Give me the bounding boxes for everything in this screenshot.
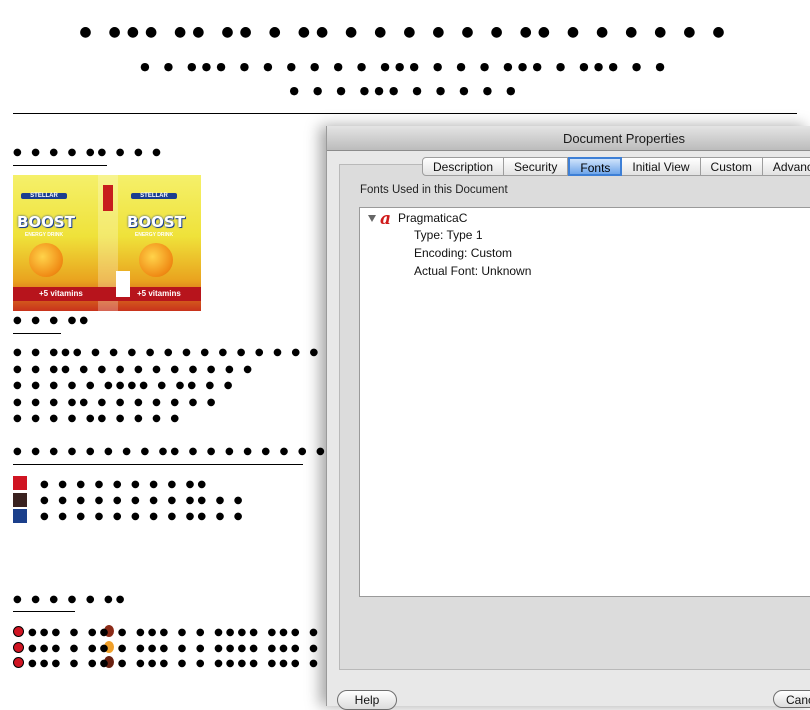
color-swatch-brown bbox=[13, 493, 27, 507]
fonts-list[interactable]: a PragmaticaC Type: Type 1 Encoding: Cus… bbox=[359, 207, 810, 597]
document-properties-dialog: Document Properties Description Security… bbox=[326, 126, 810, 710]
flavour-bullet bbox=[13, 642, 24, 653]
spec-line: ● ● ● ●● ● ● ● ● ● ● ● bbox=[13, 397, 219, 408]
flavour-bullet bbox=[13, 626, 24, 637]
dialog-title: Document Properties bbox=[562, 131, 686, 146]
flavour-line: ●●● ● ●● ● ●●● ● ● ●●●● ●●● ● ● ● bbox=[28, 643, 358, 654]
brand-logo: STELLAR bbox=[131, 193, 177, 199]
disclosure-triangle-icon[interactable] bbox=[368, 215, 376, 222]
cancel-button[interactable]: Canc bbox=[773, 690, 810, 708]
section-label-product: ● ● ● ● ●● ● ● ● bbox=[13, 147, 164, 158]
caption-underline bbox=[13, 333, 61, 334]
section-underline bbox=[13, 611, 75, 612]
font-type: Type: Type 1 bbox=[414, 228, 483, 242]
barcode-area bbox=[116, 271, 130, 297]
help-button[interactable]: Help bbox=[337, 690, 397, 710]
flavour-line: ●●● ● ●● ● ●●● ● ● ●●●● ●●● ● ● ● bbox=[28, 658, 358, 669]
document-heading-line-3: ● ● ● ●●● ● ● ● ● ● bbox=[289, 84, 521, 97]
flavour-line: ●●● ● ●● ● ●●● ● ● ●●●● ●●● ● ● ● bbox=[28, 627, 358, 638]
vitamin-label: +5 vitamins bbox=[39, 289, 83, 298]
tab-description[interactable]: Description bbox=[422, 157, 505, 176]
product-name: BOOST bbox=[17, 213, 75, 231]
color-name: ● ● ● ● ● ● ● ● ●● ● ● bbox=[40, 495, 246, 506]
section-underline bbox=[13, 165, 107, 166]
tab-custom[interactable]: Custom bbox=[700, 157, 763, 176]
font-actual: Actual Font: Unknown bbox=[414, 264, 532, 278]
section-label-flavours: ● ● ● ● ● ●● bbox=[13, 594, 128, 605]
orange-image bbox=[139, 243, 173, 277]
tab-bar: Description Security Fonts Initial View … bbox=[422, 157, 810, 176]
product-subtitle: ENERGY DRINK bbox=[24, 232, 64, 238]
spec-line: ● ● ● ● ●● ● ● ● ● bbox=[13, 413, 183, 424]
tab-initial-view[interactable]: Initial View bbox=[622, 157, 701, 176]
dialog-titlebar[interactable]: Document Properties bbox=[327, 126, 810, 151]
vitamin-label: +5 vitamins bbox=[137, 289, 181, 298]
brand-logo: STELLAR bbox=[21, 193, 67, 199]
spec-line: ● ● ●●● ● ● ● ● ● ● ● ● ● ● ● ● ● ● bbox=[13, 347, 340, 358]
document-heading-line-1: ● ●●● ●● ●● ● ●● ● ● ● ● ● ● ●● ● ● ● ● … bbox=[79, 24, 731, 40]
tab-advanced[interactable]: Advance bbox=[762, 157, 810, 176]
section-underline bbox=[13, 464, 303, 465]
caption: ● ● ● ●● bbox=[13, 315, 92, 326]
font-type-icon: a bbox=[380, 209, 392, 229]
product-artwork: STELLAR BOOST ENERGY DRINK STELLAR BOOST… bbox=[13, 175, 201, 311]
fonts-section-label: Fonts Used in this Document bbox=[360, 184, 508, 196]
tab-security[interactable]: Security bbox=[504, 157, 569, 176]
font-name[interactable]: PragmaticaC bbox=[398, 211, 467, 225]
spec-line: ● ● ●● ● ● ● ● ● ● ● ● ● ● bbox=[13, 364, 255, 375]
color-swatch-red bbox=[13, 476, 27, 490]
spec-line: ● ● ● ● ● ●●●● ● ●● ● ● bbox=[13, 380, 236, 391]
color-name: ● ● ● ● ● ● ● ● ●● bbox=[40, 479, 210, 490]
color-swatch-blue bbox=[13, 509, 27, 523]
orange-image bbox=[29, 243, 63, 277]
heading-divider bbox=[13, 113, 797, 114]
document-heading-line-2: ● ● ●●● ● ● ● ● ● ● ●●● ● ● ● ●●● ● ●●● … bbox=[140, 60, 670, 73]
font-encoding: Encoding: Custom bbox=[414, 246, 513, 260]
flavour-bullet bbox=[13, 657, 24, 668]
tab-fonts[interactable]: Fonts bbox=[568, 157, 623, 176]
color-name: ● ● ● ● ● ● ● ● ●● ● ● bbox=[40, 511, 246, 522]
product-subtitle: ENERGY DRINK bbox=[134, 232, 174, 238]
artwork-badge bbox=[103, 185, 113, 211]
product-name: BOOST bbox=[127, 213, 185, 231]
